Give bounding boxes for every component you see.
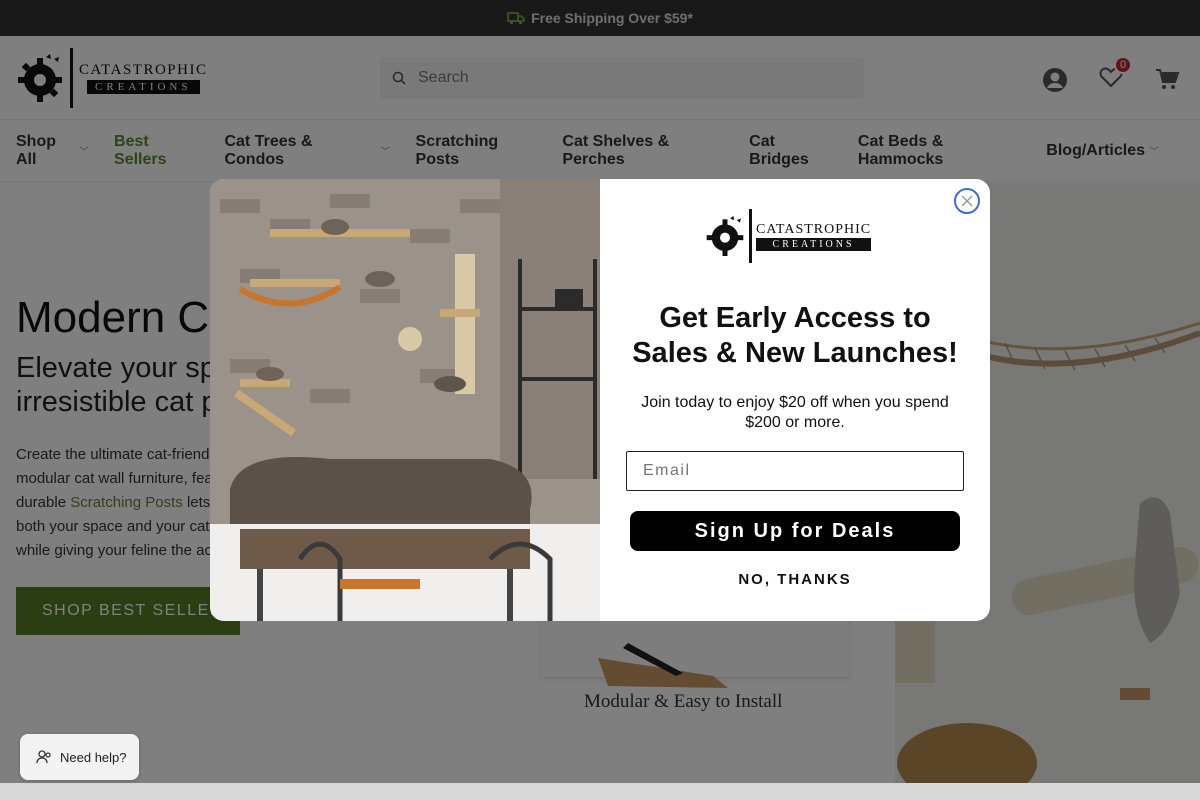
no-thanks-button[interactable]: NO, THANKS: [600, 571, 990, 588]
sign-up-button[interactable]: Sign Up for Deals: [630, 511, 960, 551]
modal-brand-logo: CATASTROPHIC CREATIONS: [705, 209, 872, 263]
cat-wall-photo: [210, 179, 600, 621]
modal-subtext: Join today to enjoy $20 off when you spe…: [641, 394, 949, 431]
gear-cat-logo-icon: [706, 216, 744, 256]
modal-brand-line1: CATASTROPHIC: [756, 221, 872, 237]
close-button[interactable]: [954, 188, 980, 214]
close-icon: [961, 195, 973, 207]
signup-modal: CATASTROPHIC CREATIONS Get Early Access …: [210, 179, 990, 621]
modal-brand-line2: CREATIONS: [756, 237, 872, 251]
modal-heading: Get Early Access to Sales & New Launches!: [632, 302, 958, 369]
bottom-strip: [0, 783, 1200, 800]
people-icon: [36, 750, 51, 764]
email-field[interactable]: [626, 451, 964, 491]
cat-wall-scene-image: [210, 179, 600, 621]
modal-content: CATASTROPHIC CREATIONS Get Early Access …: [600, 179, 990, 621]
need-help-label: Need help?: [60, 749, 127, 765]
need-help-button[interactable]: Need help?: [20, 734, 139, 780]
